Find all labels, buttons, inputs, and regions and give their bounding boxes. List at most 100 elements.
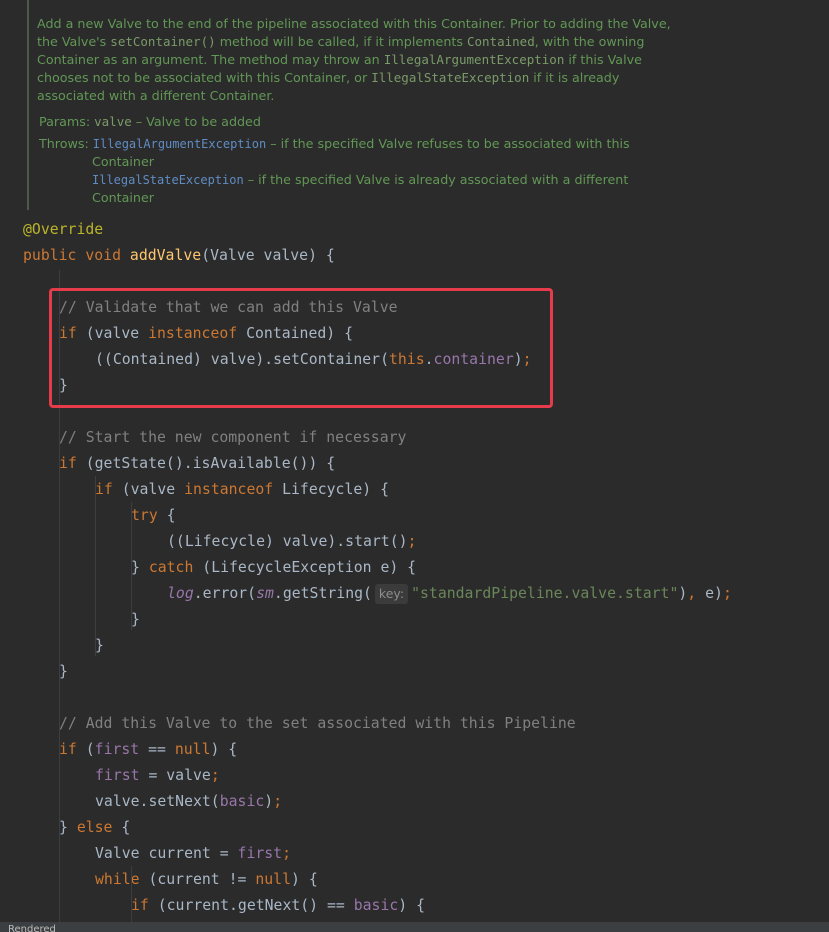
code-token: } — [59, 663, 68, 680]
doc-text: if it is already — [529, 70, 620, 85]
code-token: Lifecycle) { — [282, 481, 389, 498]
code-token: ) { — [210, 741, 238, 758]
params-label: Params: — [39, 114, 95, 129]
code-token: (valve — [121, 481, 185, 498]
javadoc-line: Container — [92, 189, 154, 207]
code-line[interactable]: } — [131, 607, 140, 633]
code-line[interactable]: public void addValve(Valve valve) { — [23, 243, 335, 269]
javadoc-line: Add a new Valve to the end of the pipeli… — [37, 15, 671, 33]
throws-label: Throws: — [39, 136, 93, 151]
code-line[interactable]: } catch (LifecycleException e) { — [131, 555, 416, 581]
code-token: null — [255, 871, 291, 888]
rendered-view-footer[interactable]: Rendered — [0, 922, 829, 932]
code-token: ; — [273, 793, 283, 810]
code-token: ((Lifecycle) valve).start() — [167, 533, 408, 550]
code-token: { — [121, 819, 131, 836]
code-token: ) { — [398, 897, 426, 914]
doc-text: Add a new Valve to the end of the pipeli… — [37, 16, 671, 31]
code-line[interactable]: if (getState().isAvailable()) { — [59, 451, 335, 477]
code-token: first — [95, 767, 149, 784]
indent-guide — [131, 502, 132, 630]
code-token: (Valve valve) { — [201, 247, 335, 264]
code-line[interactable]: while (current != null) { — [95, 867, 318, 893]
code-line[interactable]: } — [95, 633, 104, 659]
code-token: first — [237, 845, 283, 862]
javadoc-line: IllegalStateException – if the specified… — [92, 171, 628, 189]
code-token: ) — [678, 585, 688, 602]
code-line[interactable]: ((Lifecycle) valve).start(); — [167, 529, 416, 555]
code-token: public — [23, 247, 86, 264]
code-line[interactable]: if (first == null) { — [59, 737, 237, 763]
code-line[interactable]: log.error(sm.getString(key: "standardPipe… — [167, 581, 732, 607]
code-token: ; — [407, 533, 417, 550]
code-line[interactable]: // Add this Valve to the set associated … — [59, 711, 576, 737]
code-token: sm — [256, 585, 274, 602]
doc-code-ref: IllegalArgumentException — [383, 52, 565, 67]
code-line[interactable]: @Override — [23, 217, 103, 243]
code-token: else — [76, 819, 122, 836]
code-token: if — [59, 741, 86, 758]
javadoc-line: Throws: IllegalArgumentException – if th… — [39, 135, 630, 153]
code-token: log — [167, 585, 194, 602]
code-token: first — [94, 741, 149, 758]
code-token: valve.setNext( — [95, 793, 220, 810]
code-token: // Add this Valve to the set associated … — [59, 715, 576, 732]
code-token: while — [95, 871, 149, 888]
footer-label: Rendered — [8, 924, 56, 932]
code-token: ( — [85, 741, 95, 758]
code-token: (current != — [148, 871, 256, 888]
code-line[interactable]: if (valve instanceof Lifecycle) { — [95, 477, 389, 503]
doc-text: , with the owning — [534, 34, 645, 49]
javadoc-border — [27, 0, 29, 210]
code-token: instanceof — [184, 481, 283, 498]
code-line[interactable]: if (current.getNext() == basic) { — [131, 893, 425, 919]
javadoc-line: Container as an argument. The method may… — [37, 51, 642, 69]
code-token: if — [95, 481, 122, 498]
doc-code-ref: Contained — [466, 34, 535, 49]
code-token: null — [174, 741, 211, 758]
javadoc-line: Params: valve – Valve to be added — [39, 113, 261, 131]
exception-description: – if the specified Valve is already asso… — [243, 172, 629, 187]
code-token: basic — [353, 897, 399, 914]
code-token: e) — [705, 585, 723, 602]
code-token: (getState().isAvailable()) { — [85, 455, 336, 472]
code-token: try — [131, 507, 167, 524]
code-line[interactable]: Valve current = first; — [95, 841, 291, 867]
exception-link[interactable]: IllegalStateException — [92, 173, 244, 187]
code-token: (LifecycleException e) { — [202, 559, 417, 576]
code-line[interactable]: first = valve; — [95, 763, 220, 789]
doc-code-ref: setContainer() — [110, 34, 216, 49]
doc-text: the Valve's — [37, 34, 111, 49]
code-token: Valve current = — [95, 845, 238, 862]
code-token: ; — [722, 585, 732, 602]
code-line[interactable]: // Start the new component if necessary — [59, 425, 406, 451]
doc-code-ref: IllegalStateException — [371, 70, 530, 85]
code-token: if — [59, 455, 86, 472]
code-token: .error( — [193, 585, 257, 602]
exception-description-cont: Container — [92, 190, 155, 205]
code-token: } — [59, 819, 77, 836]
exception-link[interactable]: IllegalArgumentException — [93, 137, 266, 151]
code-token: = valve — [148, 767, 211, 784]
code-token: ) — [264, 793, 274, 810]
javadoc-line: Container — [92, 153, 154, 171]
code-line[interactable]: } — [59, 659, 68, 685]
param-name: valve — [94, 114, 132, 129]
code-token: == — [148, 741, 175, 758]
code-token: if — [131, 897, 158, 914]
code-line[interactable]: } else { — [59, 815, 130, 841]
code-line[interactable]: try { — [131, 503, 176, 529]
doc-text: associated with a different Container. — [37, 88, 275, 103]
code-token: addValve — [129, 247, 202, 264]
javadoc-line: chooses not to be associated with this C… — [37, 69, 619, 87]
code-token: { — [166, 507, 176, 524]
code-token: .getString( — [273, 585, 372, 602]
code-token: // Start the new component if necessary — [59, 429, 407, 446]
highlight-box — [49, 288, 553, 408]
code-token: ) { — [291, 871, 318, 888]
code-token: "standardPipeline.valve.start" — [411, 585, 679, 602]
code-token: ; — [282, 845, 292, 862]
exception-description: – if the specified Valve refuses to be a… — [266, 136, 630, 151]
parameter-hint: key: — [374, 584, 409, 604]
code-line[interactable]: valve.setNext(basic); — [95, 789, 282, 815]
